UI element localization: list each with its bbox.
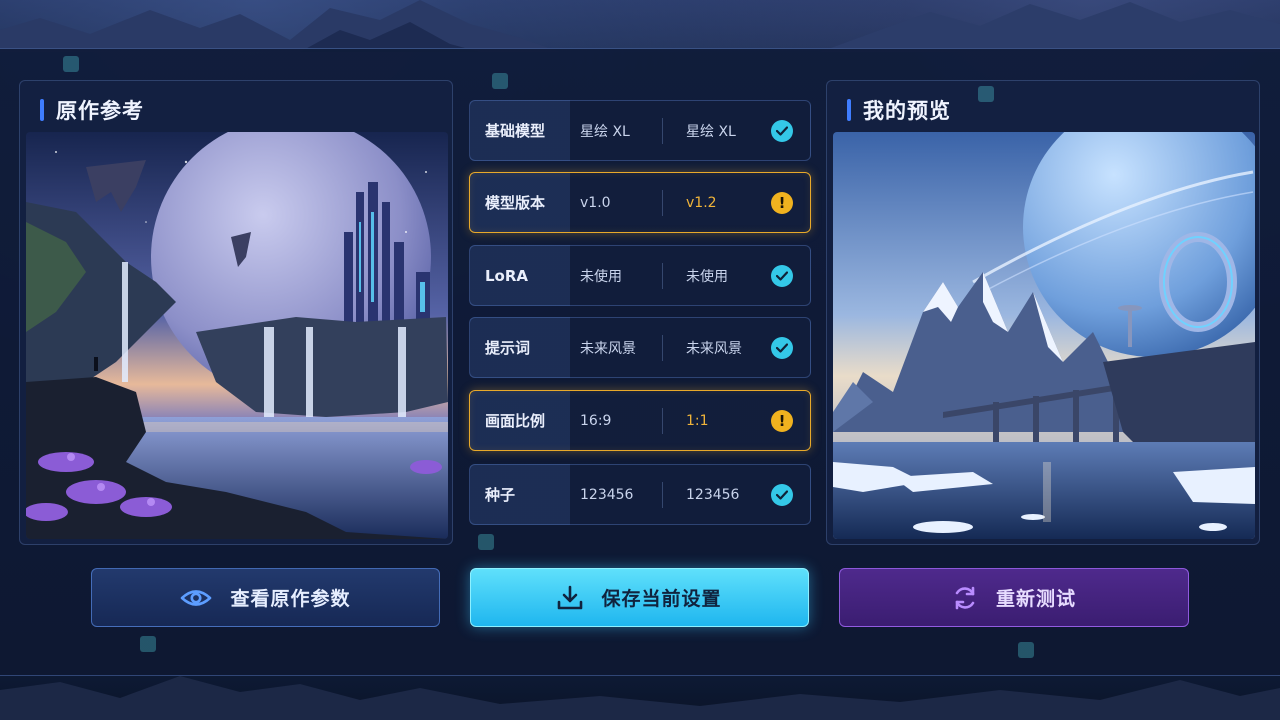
save-settings-button[interactable]: 保存当前设置 bbox=[470, 568, 809, 627]
check-circle-icon bbox=[771, 264, 793, 287]
title-accent-bar bbox=[847, 99, 851, 121]
row-label: 基础模型 bbox=[485, 122, 546, 140]
watermark-icon bbox=[1018, 642, 1034, 658]
exclamation-circle-icon: ! bbox=[771, 191, 793, 214]
check-circle-icon bbox=[771, 483, 793, 506]
row-label: LoRA bbox=[485, 266, 529, 285]
comparison-row-model-version[interactable]: 模型版本 v1.0 v1.2 ! bbox=[469, 172, 811, 233]
row-label: 画面比例 bbox=[485, 412, 546, 430]
watermark-icon bbox=[492, 73, 508, 89]
exclamation-circle-icon: ! bbox=[771, 409, 793, 432]
view-original-params-label: 查看原作参数 bbox=[230, 588, 351, 610]
original-value: v1.0 bbox=[580, 194, 611, 211]
comparison-row-lora[interactable]: LoRA 未使用 未使用 bbox=[469, 245, 811, 306]
original-value: 未使用 bbox=[580, 268, 622, 285]
original-image[interactable] bbox=[26, 132, 448, 539]
bottom-mountain-backdrop bbox=[0, 676, 1280, 720]
comparison-row-base-model[interactable]: 基础模型 星绘 XL 星绘 XL bbox=[469, 100, 811, 161]
original-value: 未来风景 bbox=[580, 340, 636, 357]
my-value: v1.2 bbox=[686, 194, 717, 211]
row-label: 提示词 bbox=[485, 339, 531, 357]
row-label: 种子 bbox=[485, 486, 516, 504]
download-icon bbox=[557, 585, 583, 611]
my-value: 星绘 XL bbox=[686, 123, 736, 140]
save-settings-label: 保存当前设置 bbox=[601, 588, 722, 610]
my-value: 未来风景 bbox=[686, 340, 742, 357]
view-original-params-button[interactable]: 查看原作参数 bbox=[91, 568, 440, 627]
ice-landscape-image bbox=[833, 132, 1255, 539]
my-preview-panel: 我的预览 bbox=[826, 80, 1260, 545]
watermark-icon bbox=[478, 534, 494, 550]
check-circle-icon bbox=[771, 336, 793, 359]
check-circle-icon bbox=[771, 119, 793, 142]
eye-icon bbox=[180, 587, 212, 609]
retest-button[interactable]: 重新测试 bbox=[839, 568, 1189, 627]
watermark-icon bbox=[978, 86, 994, 102]
comparison-row-aspect-ratio[interactable]: 画面比例 16:9 1:1 ! bbox=[469, 390, 811, 451]
original-reference-title: 原作参考 bbox=[40, 95, 144, 125]
watermark-icon bbox=[140, 636, 156, 652]
my-value: 123456 bbox=[686, 486, 740, 503]
original-reference-title-text: 原作参考 bbox=[56, 99, 144, 123]
title-accent-bar bbox=[40, 99, 44, 121]
original-value: 16:9 bbox=[580, 412, 612, 429]
my-preview-title: 我的预览 bbox=[847, 95, 951, 125]
original-value: 123456 bbox=[580, 486, 634, 503]
row-label: 模型版本 bbox=[485, 194, 546, 212]
original-reference-panel: 原作参考 bbox=[19, 80, 453, 545]
comparison-row-prompt[interactable]: 提示词 未来风景 未来风景 bbox=[469, 317, 811, 378]
my-value: 1:1 bbox=[686, 412, 709, 429]
original-value: 星绘 XL bbox=[580, 123, 630, 140]
retest-label: 重新测试 bbox=[995, 588, 1076, 610]
watermark-icon bbox=[63, 56, 79, 72]
comparison-row-seed[interactable]: 种子 123456 123456 bbox=[469, 464, 811, 525]
fantasy-city-landscape-image bbox=[26, 132, 448, 539]
my-value: 未使用 bbox=[686, 268, 728, 285]
preview-image[interactable] bbox=[833, 132, 1255, 539]
my-preview-title-text: 我的预览 bbox=[863, 99, 951, 123]
top-mountain-backdrop bbox=[0, 0, 1280, 52]
refresh-icon bbox=[952, 585, 978, 611]
